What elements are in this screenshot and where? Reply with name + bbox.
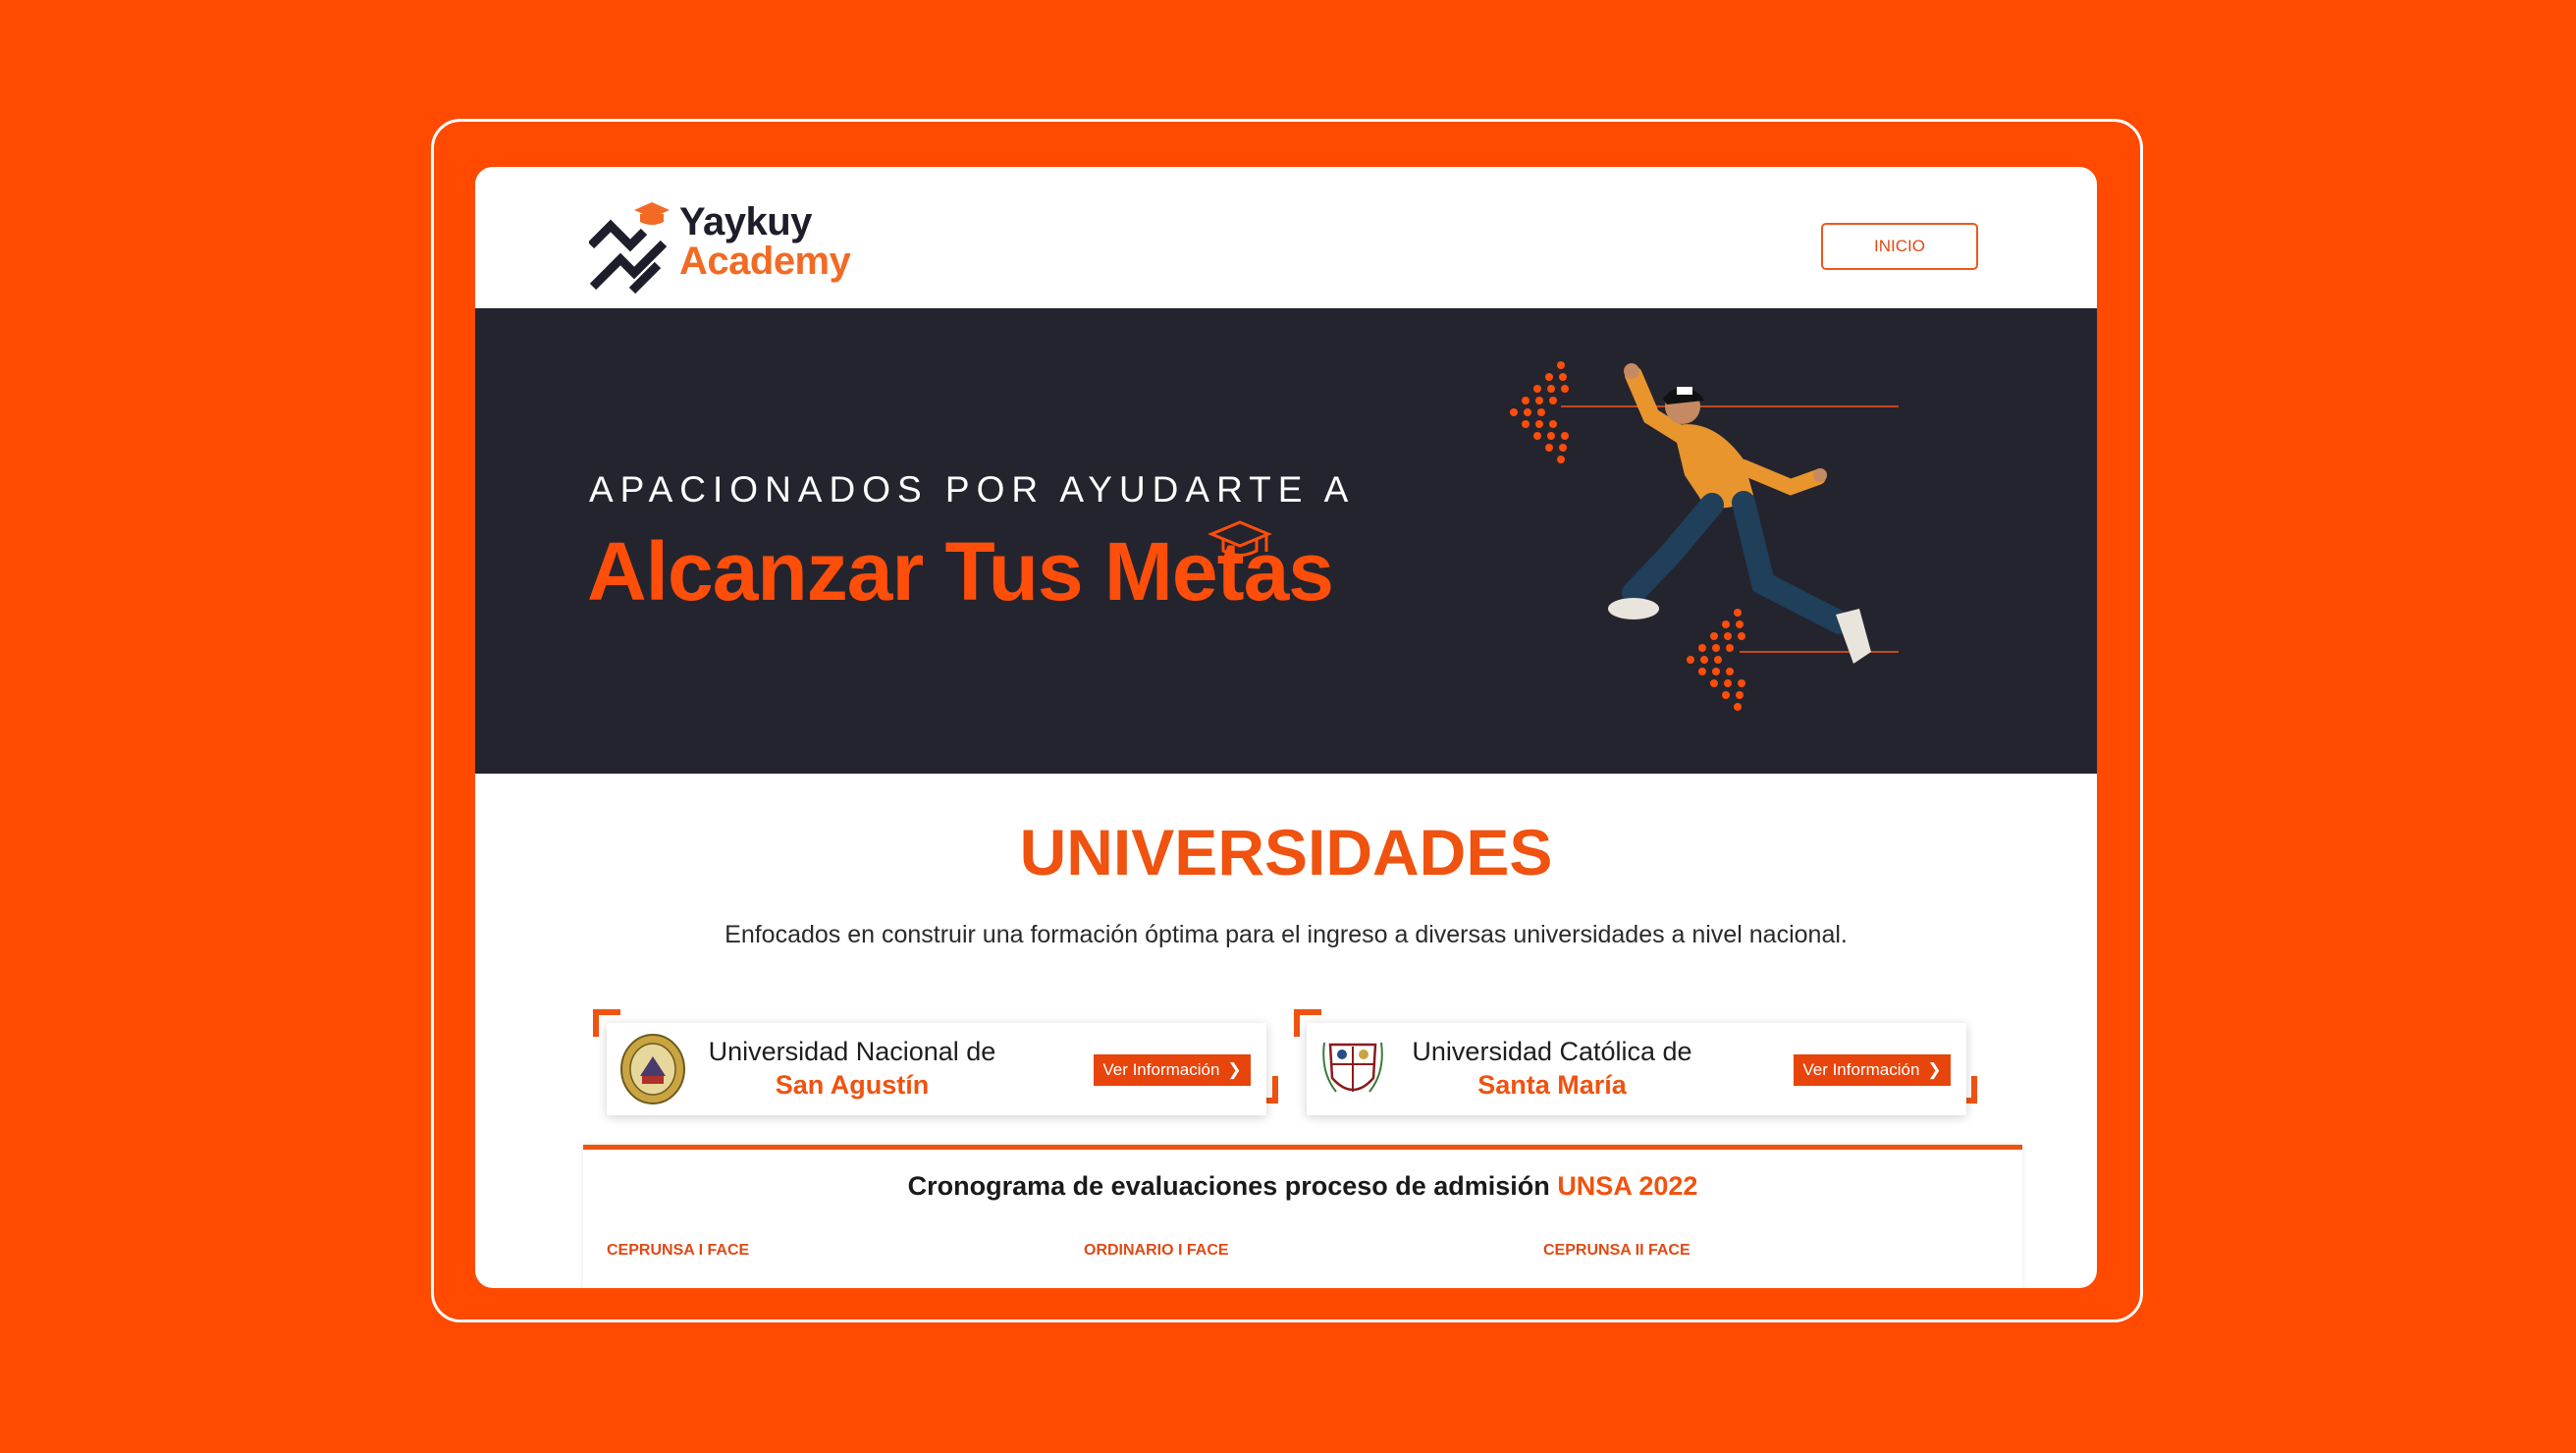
hero-kicker: APACIONADOS POR AYUDARTE A xyxy=(589,469,1356,510)
universities-title: UNIVERSIDADES xyxy=(1019,816,1553,888)
schedule-title-text: Cronograma de evaluaciones proceso de ad… xyxy=(907,1171,1550,1201)
hero-banner: APACIONADOS POR AYUDARTE A Alcanzar Tus … xyxy=(475,308,2097,774)
schedule-title: Cronograma de evaluaciones proceso de ad… xyxy=(583,1171,2022,1202)
view-info-button[interactable]: Ver Información ❯ xyxy=(1794,1054,1951,1086)
schedule-title-highlight: UNSA 2022 xyxy=(1557,1171,1698,1201)
university-card-ucsm[interactable]: Universidad Católica de Santa María Ver … xyxy=(1307,1023,1966,1115)
chevron-right-icon: ❯ xyxy=(1927,1060,1942,1079)
website-page: Yaykuy Academy INICIO APACIONADOS POR AY… xyxy=(475,167,2097,1288)
view-info-button[interactable]: Ver Información ❯ xyxy=(1094,1054,1251,1086)
logo[interactable]: Yaykuy Academy xyxy=(589,196,864,295)
university-name-line2: Santa María xyxy=(1477,1070,1627,1100)
universities-subtitle: Enfocados en construir una formación ópt… xyxy=(724,921,1848,948)
lower-chevron-decoration xyxy=(1687,609,1745,711)
view-info-label: Ver Información xyxy=(1102,1060,1220,1079)
university-card-unsa[interactable]: Universidad Nacional de San Agustín Ver … xyxy=(607,1023,1266,1115)
person-figure xyxy=(1608,363,1871,664)
site-header: Yaykuy Academy INICIO xyxy=(475,167,2097,308)
university-name-line1: Universidad Nacional de xyxy=(708,1037,996,1066)
ucsm-crest-icon xyxy=(1322,1042,1383,1093)
upper-chevron-decoration xyxy=(1510,361,1569,463)
brand-name-line1: Yaykuy xyxy=(679,200,812,243)
schedule-column-header: ORDINARIO I FACE xyxy=(1084,1242,1229,1259)
nav-home-button[interactable]: INICIO xyxy=(1821,223,1978,270)
view-info-label: Ver Información xyxy=(1802,1060,1920,1079)
logo-mountain-icon xyxy=(589,202,670,295)
schedule-column-header: CEPRUNSA II FACE xyxy=(1543,1242,1690,1259)
admission-schedule: Cronograma de evaluaciones proceso de ad… xyxy=(583,1145,2022,1288)
brand-name-line2: Academy xyxy=(679,240,851,283)
university-name-line1: Universidad Católica de xyxy=(1412,1037,1692,1066)
unsa-seal-icon xyxy=(620,1034,685,1104)
jumping-student-illustration xyxy=(1510,361,1899,711)
graduation-cap-icon xyxy=(1208,520,1272,557)
university-name-line2: San Agustín xyxy=(775,1070,930,1100)
chevron-right-icon: ❯ xyxy=(1227,1060,1242,1079)
schedule-column-header: CEPRUNSA I FACE xyxy=(607,1242,750,1259)
